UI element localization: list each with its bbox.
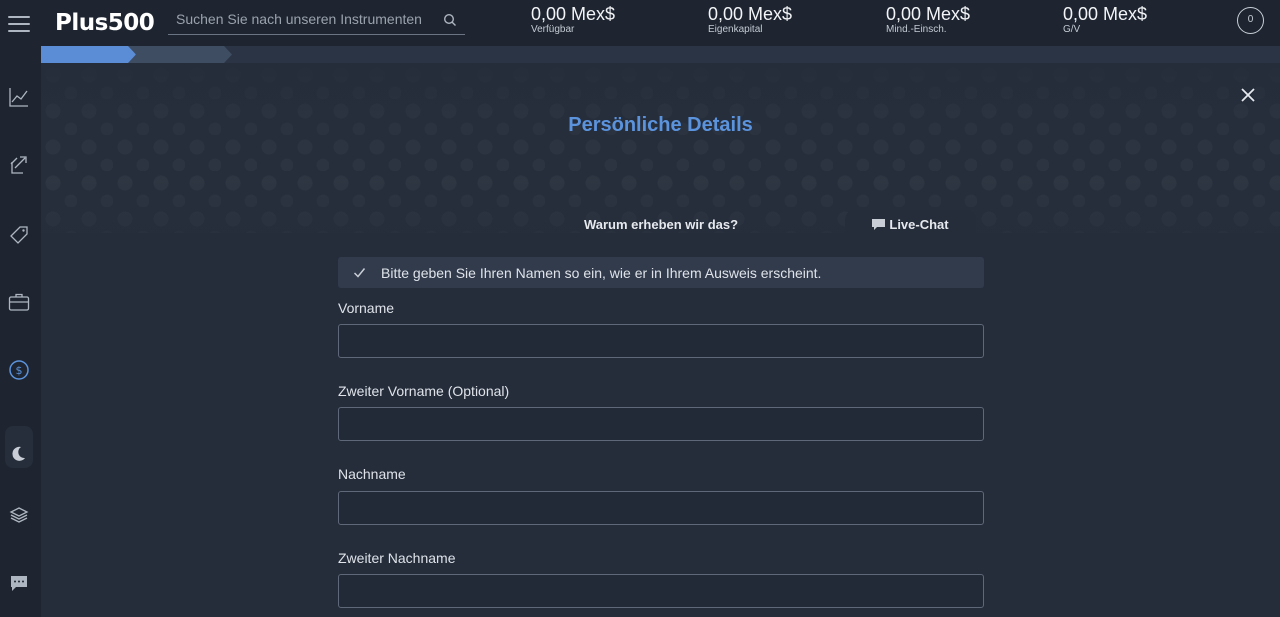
- stat-label: G/V: [1063, 24, 1081, 35]
- stat-min-deposit: 0,00 Mex$ Mind.-Einsch.: [886, 4, 970, 36]
- stat-label: Mind.-Einsch.: [886, 24, 947, 35]
- dollar-circle-icon[interactable]: $: [8, 359, 30, 381]
- first-name-input[interactable]: [338, 324, 984, 358]
- stat-equity: 0,00 Mex$ Eigenkapital: [708, 4, 792, 36]
- tag-icon[interactable]: [8, 223, 30, 245]
- top-bar: Plus500 0,00 Mex$ Verfügbar 0,00 Mex$ Ei…: [0, 0, 1280, 46]
- stat-label: Eigenkapital: [708, 24, 763, 35]
- stat-label: Verfügbar: [531, 24, 575, 35]
- middle-name-label: Zweiter Vorname (Optional): [338, 383, 510, 399]
- info-notice: Bitte geben Sie Ihren Namen so ein, wie …: [338, 257, 984, 288]
- stat-available: 0,00 Mex$ Verfügbar: [531, 4, 615, 36]
- first-name-label: Vorname: [338, 300, 395, 316]
- chat-icon[interactable]: [8, 572, 30, 594]
- search-box[interactable]: [168, 6, 465, 35]
- layers-icon[interactable]: [8, 503, 30, 525]
- notification-counter[interactable]: 0: [1237, 7, 1264, 34]
- progress-step-next: [128, 46, 232, 63]
- last-name-label: Nachname: [338, 466, 406, 482]
- stat-value: 0,00 Mex$: [531, 4, 616, 24]
- check-icon: [353, 268, 366, 278]
- second-last-name-label: Zweiter Nachname: [338, 550, 456, 566]
- second-last-name-input[interactable]: [338, 574, 984, 608]
- search-icon[interactable]: [443, 13, 457, 27]
- tab-live-chat[interactable]: Live-Chat: [845, 210, 976, 235]
- page-title: Persönliche Details: [568, 114, 753, 136]
- theme-toggle[interactable]: [5, 426, 33, 468]
- stat-value: 0,00 Mex$: [886, 4, 971, 24]
- tab-live-chat-label: Live-Chat: [889, 217, 949, 232]
- brand-logo[interactable]: Plus500: [55, 8, 155, 38]
- notice-text: Bitte geben Sie Ihren Namen so ein, wie …: [381, 265, 822, 281]
- chat-bubble-icon: [872, 219, 886, 230]
- trade-arrows-icon[interactable]: [8, 154, 30, 176]
- tab-why-we-collect[interactable]: Warum erheben wir das?: [562, 207, 760, 235]
- progress-step-current: [41, 46, 136, 63]
- chart-line-icon[interactable]: [8, 86, 30, 108]
- stat-value: 0,00 Mex$: [1063, 4, 1148, 24]
- stat-pnl: 0,00 Mex$ G/V: [1063, 4, 1147, 36]
- svg-text:$: $: [16, 364, 23, 377]
- moon-icon[interactable]: [9, 445, 27, 463]
- middle-name-input[interactable]: [338, 407, 984, 441]
- menu-icon[interactable]: [8, 16, 30, 34]
- last-name-input[interactable]: [338, 491, 984, 525]
- search-input[interactable]: [176, 11, 431, 27]
- left-sidebar: $: [0, 46, 41, 617]
- briefcase-icon[interactable]: [8, 291, 30, 313]
- stat-value: 0,00 Mex$: [708, 4, 793, 24]
- close-icon[interactable]: [1239, 86, 1257, 104]
